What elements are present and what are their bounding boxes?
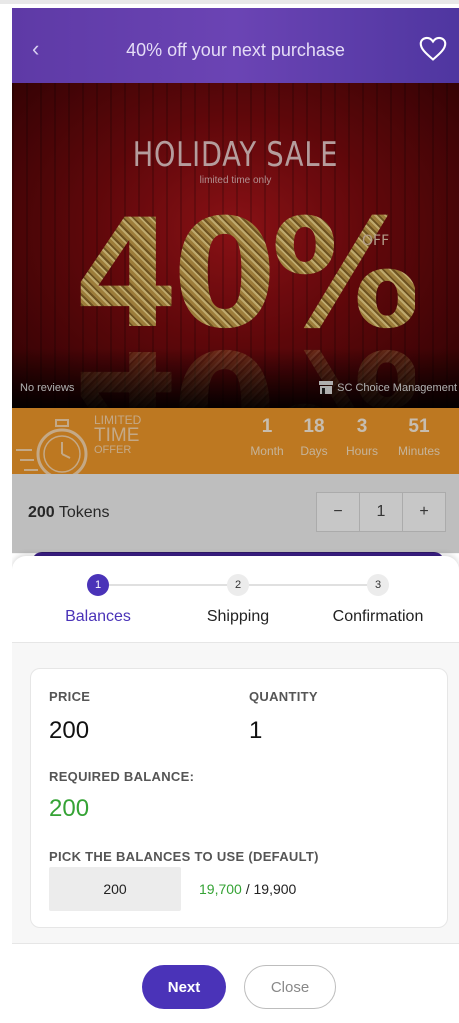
price-value: 200 bbox=[49, 717, 90, 744]
price-label: PRICE bbox=[49, 689, 91, 704]
page-title: 40% off your next purchase bbox=[126, 40, 345, 60]
step-label-shipping[interactable]: Shipping bbox=[188, 608, 288, 626]
step-2-indicator[interactable]: 2 bbox=[227, 574, 249, 596]
checkout-sheet: 1 2 3 Balances Shipping Confirmation PRI… bbox=[12, 556, 459, 1023]
step-label-balances[interactable]: Balances bbox=[48, 608, 148, 626]
step-label-confirmation[interactable]: Confirmation bbox=[318, 608, 438, 626]
heart-icon[interactable] bbox=[419, 36, 447, 62]
balance-available: 19,700 / 19,900 bbox=[199, 881, 297, 897]
pick-balances-label: PICK THE BALANCES TO USE (DEFAULT) bbox=[49, 849, 319, 864]
quantity-label: QUANTITY bbox=[249, 689, 318, 704]
required-balance-value: 200 bbox=[49, 795, 90, 822]
step-1-indicator[interactable]: 1 bbox=[87, 574, 109, 596]
close-button[interactable]: Close bbox=[244, 965, 336, 1009]
balance-input[interactable]: 200 bbox=[49, 867, 181, 911]
app-frame: ‹ 40% off your next purchase HOLIDAY SAL… bbox=[12, 4, 459, 1023]
balance-summary-card: PRICE 200 QUANTITY 1 REQUIRED BALANCE: 2… bbox=[30, 668, 448, 928]
step-connector bbox=[238, 584, 378, 586]
next-button[interactable]: Next bbox=[142, 965, 226, 1009]
app-header: ‹ 40% off your next purchase bbox=[12, 8, 459, 83]
step-3-indicator[interactable]: 3 bbox=[367, 574, 389, 596]
step-connector bbox=[98, 584, 238, 586]
required-balance-label: REQUIRED BALANCE: bbox=[49, 769, 195, 784]
modal-overlay[interactable] bbox=[12, 83, 459, 553]
quantity-display: 1 bbox=[249, 717, 263, 744]
